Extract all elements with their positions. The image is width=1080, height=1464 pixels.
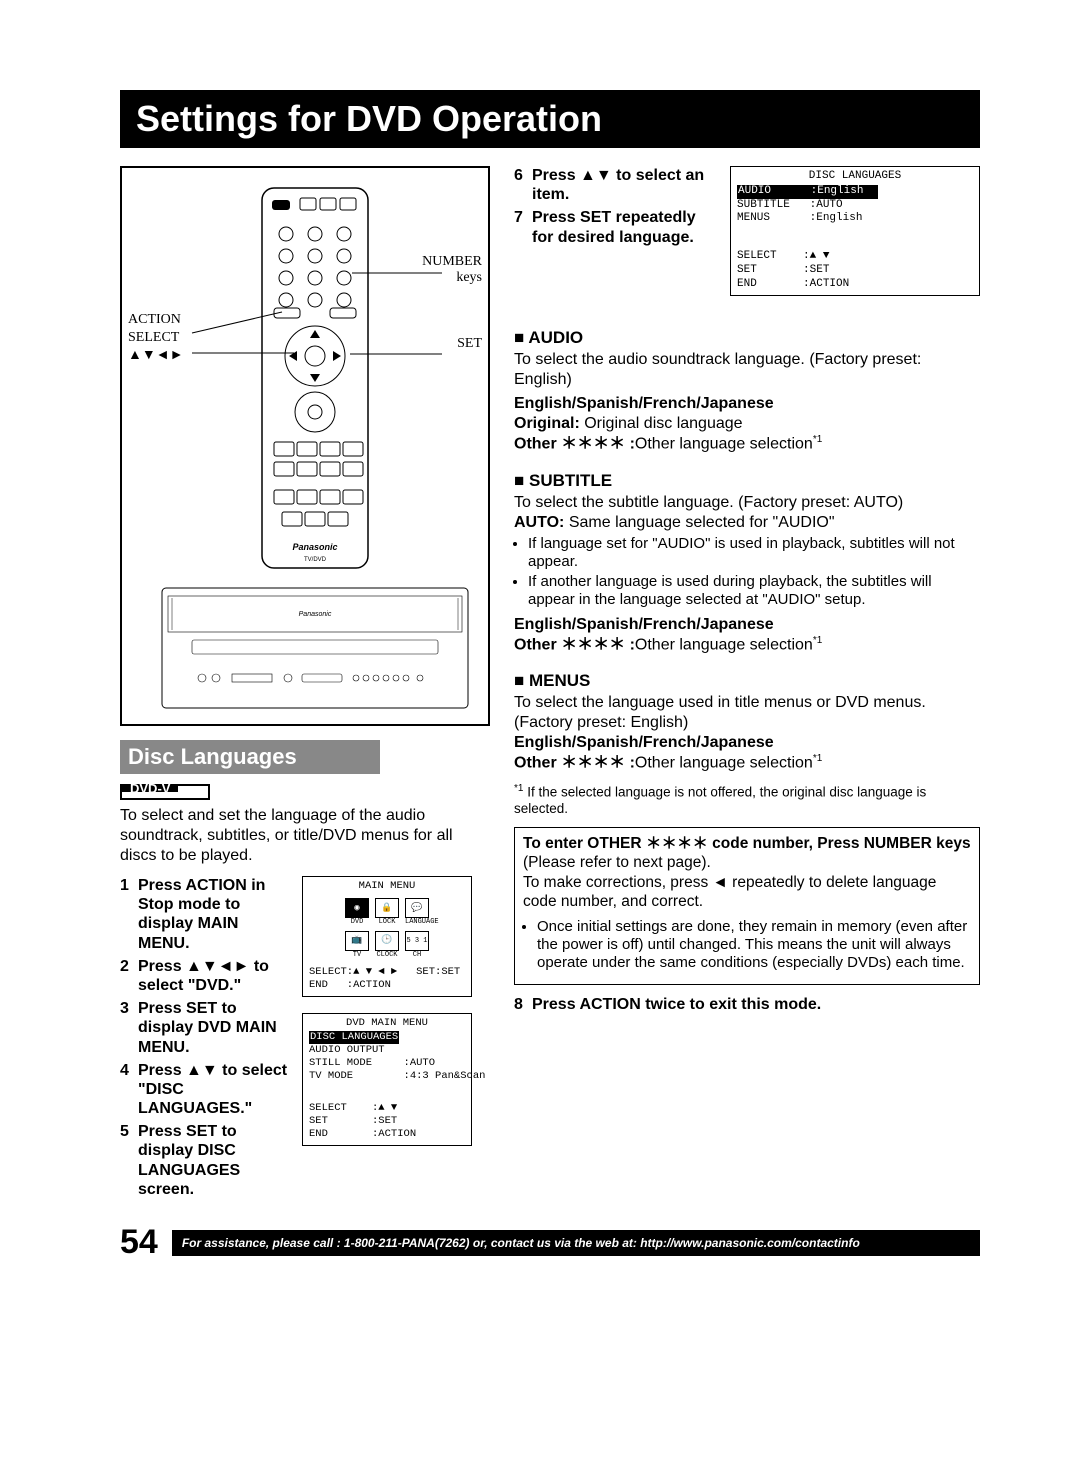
remote-diagram: ACTION SELECT ▲▼◄► NUMBER keys SET — [120, 166, 490, 726]
step-4: 4Press ▲▼ to select "DISC LANGUAGES." — [120, 1061, 290, 1119]
osd-dvd-main-menu: DVD MAIN MENU DISC LANGUAGES AUDIO OUTPU… — [302, 1013, 472, 1146]
subtitle-auto-label: AUTO: — [514, 514, 564, 531]
audio-desc: To select the audio soundtrack language.… — [514, 350, 980, 390]
step-8: 8Press ACTION twice to exit this mode. — [514, 995, 980, 1014]
svg-text:TV/DVD: TV/DVD — [304, 557, 327, 563]
footnote-ref: *1 — [813, 434, 822, 445]
step-3: 3Press SET to display DVD MAIN MENU. — [120, 999, 290, 1057]
osd-icon-tv: 📺 — [345, 931, 369, 951]
subtitle-other-label: Other ＊＊＊＊ : — [514, 636, 635, 653]
arrows-icon: ▲▼◄► — [186, 958, 249, 975]
intro-text: To select and set the language of the au… — [120, 806, 490, 866]
heading-audio: AUDIO — [514, 328, 980, 348]
osd-title: DVD MAIN MENU — [303, 1014, 471, 1031]
subtitle-bullets: If language set for "AUDIO" is used in p… — [514, 535, 980, 609]
badge-dvdv: DVD-V — [122, 786, 178, 792]
callout-action: ACTION — [128, 312, 181, 328]
badge-dvdv-wrap: DVD-V — [120, 784, 210, 800]
osd-title: DISC LANGUAGES — [731, 167, 979, 185]
audio-original-label: Original: — [514, 415, 580, 432]
osd-title: MAIN MENU — [303, 877, 471, 894]
osd-icon-clock: 🕒 — [375, 931, 399, 951]
audio-other-label: Other ＊＊＊＊ : — [514, 436, 635, 453]
page-title: Settings for DVD Operation — [120, 90, 980, 148]
subtitle-other-desc: Other language selection — [635, 636, 813, 653]
footnote-ref: *1 — [813, 753, 822, 764]
menus-desc: To select the language used in title men… — [514, 693, 980, 733]
step-2: 2Press ▲▼◄► to select "DVD." — [120, 957, 290, 995]
footer-bar: For assistance, please call : 1-800-211-… — [172, 1230, 980, 1256]
callout-arrows-icon: ▲▼◄► — [128, 346, 183, 362]
subtitle-bullet-2: If another language is used during playb… — [528, 573, 980, 609]
osd-disc-languages: DISC LANGUAGES AUDIO :English SUBTITLE :… — [730, 166, 980, 296]
enter-other-box: To enter OTHER ＊＊＊＊ code number, Press N… — [514, 827, 980, 985]
audio-langs: English/Spanish/French/Japanese — [514, 395, 774, 412]
heading-subtitle: SUBTITLE — [514, 471, 980, 491]
audio-original-desc: Original disc language — [580, 415, 743, 432]
osd-main-menu: MAIN MENU ◉ 🔒 💬 DVDLOCKLANGUAGE 📺 🕒 5 3 … — [302, 876, 472, 997]
menus-langs: English/Spanish/French/Japanese — [514, 734, 774, 751]
left-arrow-icon: ◄ — [713, 874, 728, 891]
step-6: 6Press ▲▼ to select an item. — [514, 166, 718, 204]
page-number: 54 — [120, 1223, 158, 1262]
enter-other-bullet: Once initial settings are done, they rem… — [537, 918, 971, 972]
subtitle-auto-desc: Same language selected for "AUDIO" — [564, 514, 834, 531]
svg-text:Panasonic: Panasonic — [299, 611, 332, 618]
callout-select: SELECT — [128, 330, 179, 346]
subtitle-bullet-1: If language set for "AUDIO" is used in p… — [528, 535, 980, 571]
osd-icon-ch: 5 3 1 — [405, 931, 429, 951]
callout-set: SET — [457, 336, 482, 352]
menus-other-desc: Other language selection — [635, 754, 813, 771]
arrows-icon: ▲▼ — [580, 167, 612, 184]
svg-text:Panasonic: Panasonic — [292, 542, 337, 552]
audio-other-desc: Other language selection — [635, 436, 813, 453]
subtitle-desc: To select the subtitle language. (Factor… — [514, 493, 980, 513]
step-7: 7Press SET repeatedly for desired langua… — [514, 208, 718, 246]
section-disc-languages: Disc Languages — [120, 740, 380, 774]
callout-keys: keys — [456, 270, 482, 286]
footnote: *1 If the selected language is not offer… — [514, 783, 980, 817]
osd-icon-dvd: ◉ — [345, 898, 369, 918]
arrows-icon: ▲▼ — [186, 1062, 218, 1079]
heading-menus: MENUS — [514, 671, 980, 691]
osd-icon-language: 💬 — [405, 898, 429, 918]
osd-icon-lock: 🔒 — [375, 898, 399, 918]
menus-other-label: Other ＊＊＊＊ : — [514, 754, 635, 771]
step-1: 1Press ACTION in Stop mode to display MA… — [120, 876, 290, 953]
callout-number: NUMBER — [422, 254, 482, 270]
subtitle-langs: English/Spanish/French/Japanese — [514, 616, 774, 633]
step-5: 5Press SET to display DISC LANGUAGES scr… — [120, 1122, 290, 1199]
enter-other-heading: To enter OTHER ＊＊＊＊ code number, Press N… — [523, 835, 971, 852]
footnote-ref: *1 — [813, 635, 822, 646]
